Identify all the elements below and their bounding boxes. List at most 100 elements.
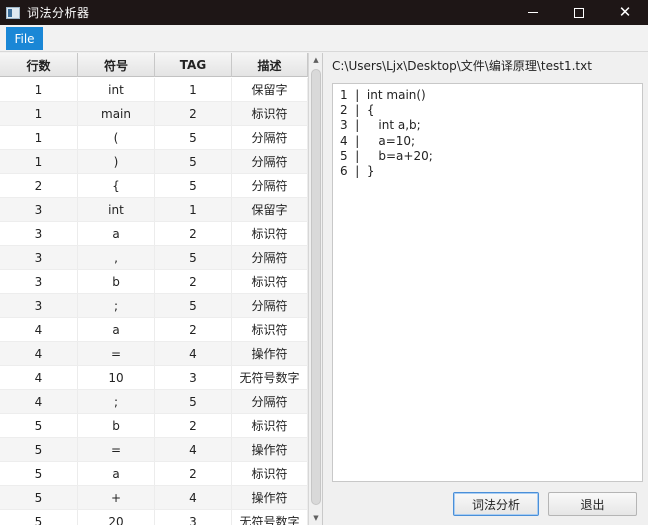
cell-tag: 2 xyxy=(155,414,232,437)
cell-tag: 4 xyxy=(155,486,232,509)
cell-description: 分隔符 xyxy=(232,390,308,413)
cell-symbol: ; xyxy=(78,390,155,413)
minimize-button[interactable] xyxy=(510,0,556,25)
cell-tag: 4 xyxy=(155,438,232,461)
code-line: 6 | } xyxy=(340,164,375,179)
cell-tag: 5 xyxy=(155,390,232,413)
cell-tag: 2 xyxy=(155,270,232,293)
cell-description: 标识符 xyxy=(232,414,308,437)
cell-line: 4 xyxy=(0,366,78,389)
table-row[interactable]: 1 int 1 保留字 xyxy=(0,78,308,102)
cell-line: 3 xyxy=(0,246,78,269)
cell-description: 标识符 xyxy=(232,270,308,293)
cell-description: 标识符 xyxy=(232,318,308,341)
cell-tag: 2 xyxy=(155,318,232,341)
table-row[interactable]: 5 20 3 无符号数字 xyxy=(0,510,308,525)
cell-line: 4 xyxy=(0,318,78,341)
cell-symbol: main xyxy=(78,102,155,125)
source-code-area[interactable]: 1 | int main() 2 | {3 | int a,b; 4 | a=10;… xyxy=(332,83,643,482)
cell-line: 4 xyxy=(0,390,78,413)
code-line: 5 | b=a+20; xyxy=(340,148,433,163)
cell-symbol: + xyxy=(78,486,155,509)
cell-tag: 5 xyxy=(155,246,232,269)
cell-description: 保留字 xyxy=(232,78,308,101)
table-row[interactable]: 1) 5 分隔符 xyxy=(0,150,308,174)
scroll-up-icon[interactable]: ▲ xyxy=(309,53,323,67)
table-row[interactable]: 4 a 2 标识符 xyxy=(0,318,308,342)
scroll-down-icon[interactable]: ▼ xyxy=(309,511,323,525)
cell-symbol: ; xyxy=(78,294,155,317)
cell-line: 3 xyxy=(0,198,78,221)
table-row[interactable]: 5 b 2 标识符 xyxy=(0,414,308,438)
menu-file[interactable]: File xyxy=(6,27,43,50)
column-header-line[interactable]: 行数 xyxy=(0,53,78,77)
code-line: 4 | a=10; xyxy=(340,133,416,148)
table-body: 1 int 1 保留字 1 main 2 标识符 1(5 分隔符 1) 5 分隔符 2{5 分隔符 3 int 1… xyxy=(0,78,308,525)
table-row[interactable]: 1(5 分隔符 xyxy=(0,126,308,150)
table-row[interactable]: 2{5 分隔符 xyxy=(0,174,308,198)
cell-tag: 1 xyxy=(155,78,232,101)
window-title: 词法分析器 xyxy=(27,6,90,20)
cell-line: 5 xyxy=(0,486,78,509)
file-path-label: C:\Users\Ljx\Desktop\文件\编译原理\test1.txt xyxy=(332,59,592,73)
cell-line: 4 xyxy=(0,342,78,365)
token-table: 行数 符号 TAG 描述 1 int 1 保留字 1 main 2 标识符 1(5 分隔符 1) 5 分… xyxy=(0,53,323,525)
cell-line: 2 xyxy=(0,174,78,197)
cell-tag: 2 xyxy=(155,222,232,245)
exit-button[interactable]: 退出 xyxy=(548,492,637,516)
cell-description: 分隔符 xyxy=(232,150,308,173)
column-header-symbol[interactable]: 符号 xyxy=(78,53,155,77)
analyze-button[interactable]: 词法分析 xyxy=(453,492,539,516)
cell-symbol: int xyxy=(78,78,155,101)
cell-line: 5 xyxy=(0,438,78,461)
cell-description: 分隔符 xyxy=(232,294,308,317)
table-row[interactable]: 3 int 1 保留字 xyxy=(0,198,308,222)
cell-description: 分隔符 xyxy=(232,126,308,149)
cell-line: 1 xyxy=(0,78,78,101)
cell-symbol: a xyxy=(78,222,155,245)
cell-symbol: a xyxy=(78,462,155,485)
table-row[interactable]: 4 10 3 无符号数字 xyxy=(0,366,308,390)
table-row[interactable]: 1 main 2 标识符 xyxy=(0,102,308,126)
menu-bar: File xyxy=(0,25,648,52)
cell-line: 5 xyxy=(0,462,78,485)
cell-description: 无符号数字 xyxy=(232,366,308,389)
table-row[interactable]: 3; 5 分隔符 xyxy=(0,294,308,318)
maximize-button[interactable] xyxy=(556,0,602,25)
cell-description: 标识符 xyxy=(232,462,308,485)
table-row[interactable]: 5 a 2 标识符 xyxy=(0,462,308,486)
column-header-description[interactable]: 描述 xyxy=(232,53,308,77)
table-row[interactable]: 5 = 4 操作符 xyxy=(0,438,308,462)
close-button[interactable]: ✕ xyxy=(602,0,648,25)
cell-line: 3 xyxy=(0,270,78,293)
table-header: 行数 符号 TAG 描述 xyxy=(0,53,308,77)
cell-symbol: = xyxy=(78,438,155,461)
cell-symbol: , xyxy=(78,246,155,269)
table-row[interactable]: 4; 5 分隔符 xyxy=(0,390,308,414)
cell-description: 保留字 xyxy=(232,198,308,221)
close-icon: ✕ xyxy=(618,3,632,21)
cell-description: 操作符 xyxy=(232,342,308,365)
scroll-thumb[interactable] xyxy=(311,69,321,505)
table-scrollbar[interactable]: ▲ ▼ xyxy=(308,53,322,525)
table-row[interactable]: 3 b 2 标识符 xyxy=(0,270,308,294)
column-header-tag[interactable]: TAG xyxy=(155,53,232,77)
minimize-icon xyxy=(528,12,538,13)
cell-symbol: ) xyxy=(78,150,155,173)
table-row[interactable]: 3, 5 分隔符 xyxy=(0,246,308,270)
cell-tag: 5 xyxy=(155,126,232,149)
table-row[interactable]: 5 +4 操作符 xyxy=(0,486,308,510)
table-row[interactable]: 4 = 4 操作符 xyxy=(0,342,308,366)
cell-line: 1 xyxy=(0,102,78,125)
cell-description: 无符号数字 xyxy=(232,510,308,525)
cell-symbol: = xyxy=(78,342,155,365)
cell-symbol: a xyxy=(78,318,155,341)
cell-line: 1 xyxy=(0,150,78,173)
cell-line: 5 xyxy=(0,414,78,437)
cell-description: 标识符 xyxy=(232,102,308,125)
cell-symbol: 10 xyxy=(78,366,155,389)
cell-tag: 1 xyxy=(155,198,232,221)
cell-description: 分隔符 xyxy=(232,174,308,197)
table-row[interactable]: 3 a 2 标识符 xyxy=(0,222,308,246)
cell-tag: 2 xyxy=(155,462,232,485)
